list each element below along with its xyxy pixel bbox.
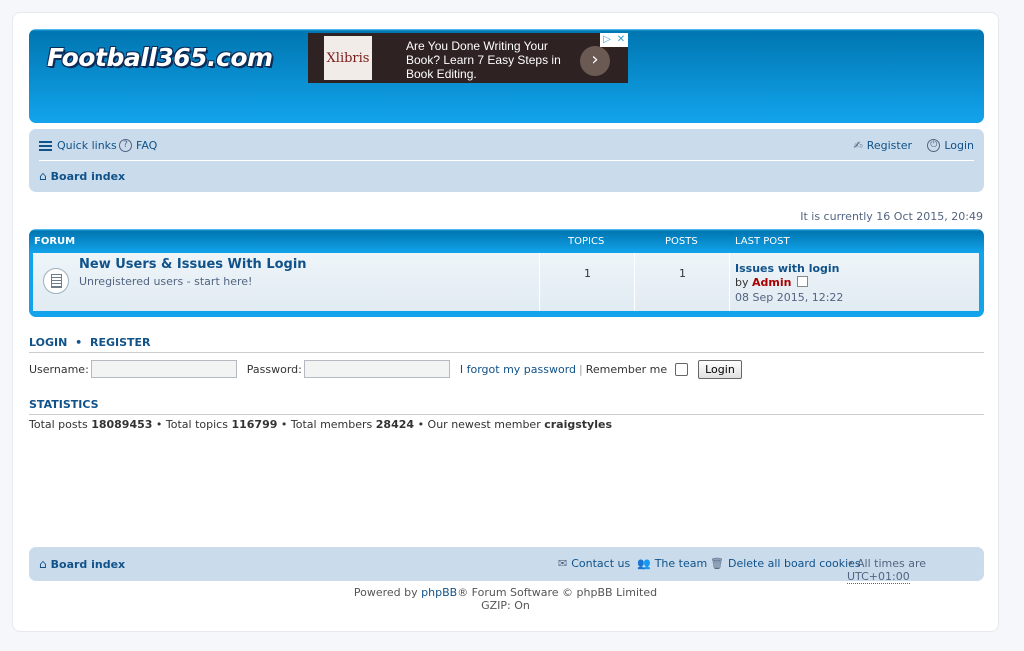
remember-me-checkbox[interactable] <box>675 362 689 376</box>
times-separator: • <box>847 557 854 570</box>
timezone-info: • All times are UTC+01:00 <box>847 557 984 584</box>
password-label: Password: <box>246 362 302 376</box>
times-label: All times are <box>857 557 927 570</box>
pipe-separator: | <box>579 362 583 376</box>
footer-board-index[interactable]: ⌂ Board index <box>39 557 125 571</box>
total-topics-label: • Total topics <box>155 418 228 431</box>
password-input[interactable] <box>303 360 450 378</box>
ad-close-icon[interactable]: ✕ <box>614 33 628 47</box>
forum-list: FORUM TOPICS POSTS LAST POST New Users &… <box>29 229 984 317</box>
last-post-date: 08 Sep 2015, 12:22 <box>735 291 844 304</box>
board-index-label: Board index <box>50 169 126 183</box>
question-icon: ? <box>119 139 132 152</box>
forgot-password-link[interactable]: I forgot my password <box>460 363 576 376</box>
home-icon: ⌂ <box>39 169 47 183</box>
ad-image[interactable]: Xlibris <box>324 36 372 80</box>
forum-title-link[interactable]: New Users & Issues With Login <box>79 257 307 272</box>
login-heading-link[interactable]: LOGIN <box>29 336 67 349</box>
total-posts-label: Total posts <box>29 418 88 431</box>
team-icon: 👥 <box>637 557 651 570</box>
author-link[interactable]: Admin <box>752 276 791 289</box>
power-icon: ⏻ <box>927 139 941 152</box>
home-icon: ⌂ <box>39 557 47 571</box>
login-link[interactable]: ⏻ Login <box>927 139 974 152</box>
advertisement-banner[interactable]: Xlibris Are You Done Writing Your Book? … <box>308 33 628 83</box>
heading-separator: • <box>75 336 83 349</box>
total-members-label: • Total members <box>280 418 373 431</box>
by-label: by <box>735 276 749 289</box>
powered-suffix: ® Forum Software © phpBB Limited <box>457 586 658 599</box>
contact-us-label: Contact us <box>571 557 631 570</box>
last-post-divider <box>729 253 730 311</box>
header-last-post: LAST POST <box>735 236 790 247</box>
remember-me-label: Remember me <box>585 362 668 376</box>
statistics-text: Total posts 18089453 • Total topics 1167… <box>29 418 612 431</box>
current-time: It is currently 16 Oct 2015, 20:49 <box>800 210 983 223</box>
footer-navbar: ⌂ Board index ✉ Contact us 👥 The team 🗑 … <box>29 547 984 584</box>
topics-cell: 1 <box>539 253 635 311</box>
last-post-title-link[interactable]: Issues with login <box>735 262 840 275</box>
login-heading: LOGIN • REGISTER <box>29 336 984 353</box>
view-latest-post-icon[interactable] <box>796 276 808 287</box>
forum-row: New Users & Issues With Login Unregister… <box>33 253 979 311</box>
newest-member-link[interactable]: craigstyles <box>544 418 612 431</box>
last-post-author: by Admin <box>735 276 808 289</box>
register-heading-link[interactable]: REGISTER <box>90 336 151 349</box>
login-form: Username: Password: I forgot my password… <box>29 358 984 380</box>
the-team-label: The team <box>654 557 708 570</box>
posts-cell: 1 <box>634 253 730 311</box>
total-topics-value: 116799 <box>231 418 278 431</box>
register-label: Register <box>866 139 912 152</box>
login-button[interactable]: Login <box>698 359 742 379</box>
faq-link[interactable]: ? FAQ <box>119 139 157 152</box>
faq-label: FAQ <box>136 139 158 152</box>
quick-links-menu[interactable]: Quick links <box>39 139 117 152</box>
powered-by-line: Powered by phpBB® Forum Software © phpBB… <box>13 586 998 599</box>
breadcrumb-board-index[interactable]: ⌂ Board index <box>39 169 125 183</box>
powered-prefix: Powered by <box>353 586 418 599</box>
powered-by: Powered by phpBB® Forum Software © phpBB… <box>13 586 998 612</box>
nav-divider <box>39 160 974 161</box>
page-wrapper: Football365.com Xlibris Are You Done Wri… <box>12 12 999 632</box>
navbar: Quick links ? FAQ ✍ Register ⏻ Login ⌂ B… <box>29 129 984 192</box>
contact-us-link[interactable]: ✉ Contact us <box>558 557 630 570</box>
quick-links-label: Quick links <box>57 139 117 152</box>
newest-member-label: • Our newest member <box>417 418 541 431</box>
the-team-link[interactable]: 👥 The team <box>637 557 707 570</box>
ad-arrow-icon[interactable]: › <box>580 46 610 76</box>
register-pencil-icon: ✍ <box>853 139 863 152</box>
total-members-value: 28424 <box>375 418 415 431</box>
header-topics: TOPICS <box>568 236 605 247</box>
breadcrumb: ⌂ Board index <box>39 169 125 185</box>
header-posts: POSTS <box>665 236 698 247</box>
site-header: Football365.com Xlibris Are You Done Wri… <box>29 29 984 123</box>
register-link[interactable]: ✍ Register <box>853 139 912 152</box>
username-label: Username: <box>29 362 89 376</box>
adchoices-icon[interactable]: ▷ <box>600 33 614 47</box>
hamburger-icon <box>39 139 53 152</box>
timezone-value: UTC+01:00 <box>847 570 910 584</box>
username-input[interactable] <box>90 360 237 378</box>
topics-count: 1 <box>584 267 591 280</box>
footer-board-index-label: Board index <box>50 557 126 571</box>
delete-cookies-link[interactable]: 🗑 Delete all board cookies <box>710 557 861 570</box>
posts-count: 1 <box>679 267 686 280</box>
header-forum: FORUM <box>34 236 76 247</box>
forum-read-icon <box>43 268 69 294</box>
ad-text[interactable]: Are You Done Writing Your Book? Learn 7 … <box>406 39 576 81</box>
envelope-icon: ✉ <box>558 557 568 570</box>
login-label: Login <box>944 139 974 152</box>
statistics-heading: STATISTICS <box>29 398 984 415</box>
ad-corner: ▷ ✕ <box>600 33 628 47</box>
gzip-status: GZIP: On <box>481 599 530 612</box>
total-posts-value: 18089453 <box>91 418 153 431</box>
trash-icon: 🗑 <box>710 557 724 570</box>
forum-description: Unregistered users - start here! <box>79 275 253 288</box>
delete-cookies-label: Delete all board cookies <box>727 557 861 570</box>
nav-links-row: Quick links ? FAQ ✍ Register ⏻ Login <box>39 139 974 155</box>
site-logo[interactable]: Football365.com <box>47 43 273 72</box>
phpbb-link[interactable]: phpBB <box>421 586 457 599</box>
